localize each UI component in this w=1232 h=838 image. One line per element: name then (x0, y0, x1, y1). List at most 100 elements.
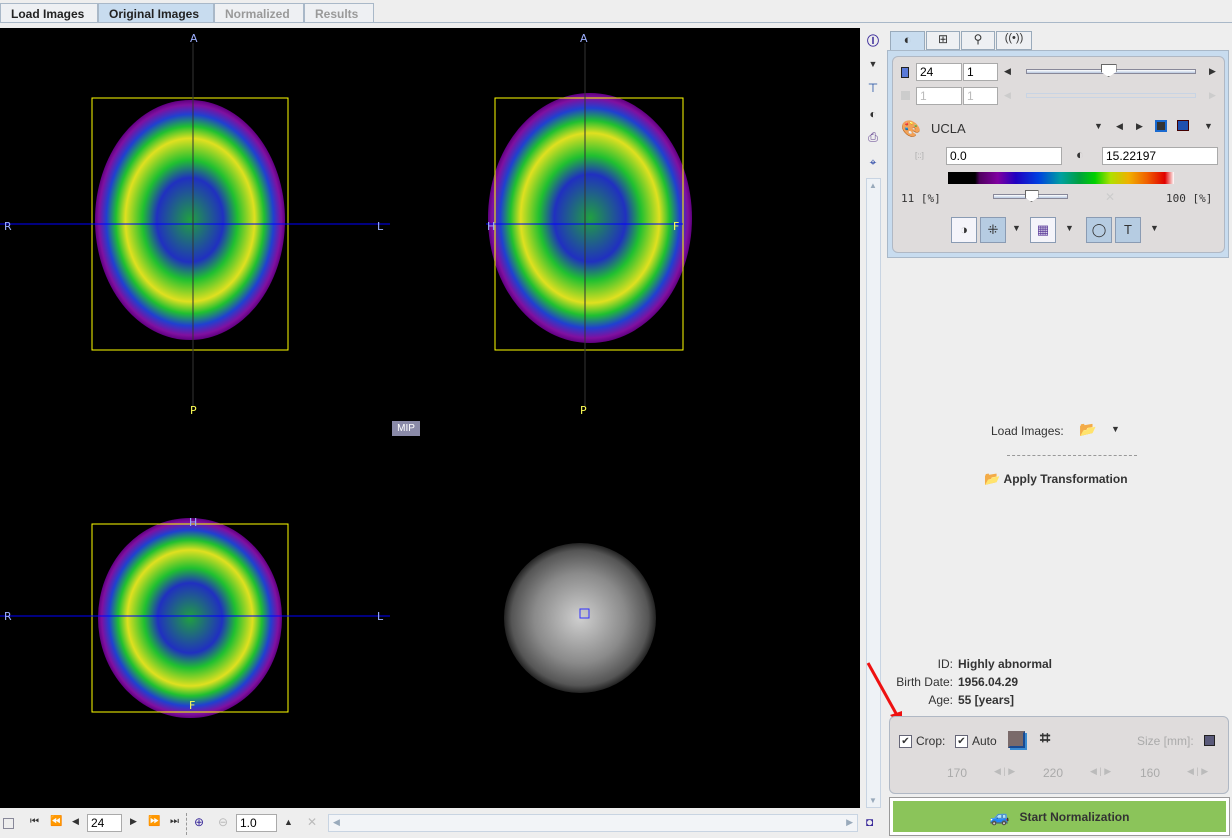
print-icon[interactable]: ⎙ (865, 129, 881, 145)
display-control-panel: ◀ ▶ ◀ ▶ 🎨 UCLA ▼ ◀ ▶ ▼ [::] ◐ 11 [%] ✕ 1… (892, 56, 1225, 253)
mip-button[interactable]: MIP (392, 421, 420, 436)
plane-next-icon[interactable]: ▶ (1209, 66, 1216, 77)
axial-top-label: A (190, 32, 198, 45)
grid-button[interactable]: ▦ (1030, 217, 1056, 243)
load-images-dropdown-icon[interactable]: ▼ (1111, 424, 1120, 434)
size-color-icon[interactable] (1204, 735, 1215, 746)
zoom-input[interactable] (236, 814, 277, 832)
palette-icon[interactable]: 🎨 (901, 119, 921, 139)
colormap-dropdown-icon[interactable]: ▼ (1094, 121, 1103, 131)
info-icon[interactable]: Ⓘ (865, 33, 881, 49)
network-icon[interactable]: ⊤ (865, 80, 881, 96)
contour-button[interactable]: ◯ (1086, 217, 1112, 243)
interpolation-button[interactable]: ⁜ (980, 217, 1006, 243)
ctrl-tab-signal[interactable]: ((•)) (996, 31, 1032, 50)
frame-input[interactable] (963, 63, 998, 81)
upper-threshold-unit: [%] (1192, 192, 1213, 205)
ctrl-tab-layout[interactable]: ⊞ (926, 31, 960, 50)
birth-date-value: 1956.04.29 (958, 675, 1019, 689)
text-overlay-dropdown-icon[interactable]: ▼ (1150, 223, 1159, 233)
contrast-icon[interactable]: ◐ (865, 106, 881, 122)
select-all-checkbox[interactable] (3, 818, 14, 829)
dropdown-icon[interactable]: ▼ (865, 56, 881, 72)
zoom-in-icon[interactable]: ⊕ (194, 815, 204, 829)
sagittal-left-label: H (487, 220, 496, 233)
first-slice-icon[interactable]: ⏮ (30, 816, 39, 827)
crop-checkbox[interactable]: ✔ (899, 735, 912, 748)
coronal-bottom-label: F (189, 699, 196, 712)
plane-slider-thumb[interactable] (1100, 64, 1117, 77)
auto-checkbox[interactable]: ✔ (955, 735, 968, 748)
scroll-left-icon[interactable]: ◀ (333, 817, 340, 828)
scroll-up-icon[interactable]: ▲ (869, 181, 877, 190)
plane-input[interactable] (916, 63, 962, 81)
last-slice-icon[interactable]: ⏭ (170, 816, 179, 827)
text-overlay-button[interactable]: T (1115, 217, 1141, 243)
tab-original-images[interactable]: Original Images (98, 3, 214, 23)
image-canvas[interactable] (0, 28, 860, 808)
colormap-select[interactable]: UCLA (931, 121, 966, 136)
prev-slice-icon[interactable]: ◀ (72, 816, 79, 827)
tab-normalized: Normalized (214, 3, 304, 23)
plane-prev-icon[interactable]: ◀ (1004, 66, 1011, 77)
size-label: Size [mm]: (1137, 734, 1194, 748)
tab-load-images[interactable]: Load Images (0, 3, 98, 23)
age-value: 55 [years] (958, 693, 1015, 707)
camera-icon[interactable]: ◘ (866, 815, 873, 829)
scroll-down-icon[interactable]: ▼ (869, 796, 877, 805)
sagittal-brain-image (488, 93, 692, 343)
horizontal-scrollbar[interactable]: ◀ ▶ (328, 814, 858, 832)
crop-box-icon[interactable] (1008, 731, 1025, 748)
next-slice-icon[interactable]: ▶ (130, 816, 137, 827)
crop-tool-icon[interactable]: ⌗ (1040, 728, 1050, 749)
frame-slider (1026, 93, 1196, 98)
colormap-next-icon[interactable]: ▶ (1136, 121, 1143, 132)
plane-icon (901, 67, 909, 78)
plane2-input (916, 87, 962, 105)
sagittal-bottom-label: P (580, 404, 587, 417)
min-value-input[interactable] (946, 147, 1062, 165)
auto-max-icon[interactable]: ◐ (1076, 147, 1084, 162)
ctrl-tab-fusion[interactable]: ⚲ (961, 31, 995, 50)
threshold-slider-thumb[interactable] (1024, 190, 1039, 202)
zoom-out-icon: ⊖ (218, 815, 229, 829)
frame-prev-icon: ◀ (1004, 90, 1011, 100)
colorbar[interactable] (948, 172, 1174, 184)
grid-dropdown-icon[interactable]: ▼ (1065, 223, 1074, 233)
sagittal-top-label: A (580, 32, 588, 45)
colormap-options-icon[interactable] (1177, 120, 1189, 131)
load-images-label: Load Images: (991, 424, 1064, 438)
fast-back-icon[interactable]: ⏪ (50, 816, 62, 827)
scroll-right-icon[interactable]: ▶ (846, 817, 853, 828)
max-value-input[interactable] (1102, 147, 1218, 165)
image-viewer[interactable]: A P R L A P H F H F R L MIP (0, 28, 860, 808)
plane-slider[interactable] (1026, 64, 1196, 77)
slice-input[interactable] (87, 814, 122, 832)
crop-x-stepper-icon: ◀ | ▶ (994, 766, 1016, 776)
apply-transformation-button[interactable]: 📂 Apply Transformation (984, 471, 1128, 487)
crop-y-stepper-icon: ◀ | ▶ (1090, 766, 1112, 776)
crop-panel: ✔ Crop: ✔ Auto ⌗ Size [mm]: 170 ◀ | ▶ 22… (889, 716, 1229, 794)
load-images-folder-icon[interactable]: 📂 (1079, 421, 1096, 438)
interpolation-dropdown-icon[interactable]: ▼ (1012, 223, 1021, 233)
axial-brain-image (95, 100, 285, 340)
tab-results: Results (304, 3, 374, 23)
frame-icon (901, 91, 910, 100)
coronal-brain-image (98, 518, 282, 718)
start-normalization-button[interactable]: 🚙 Start Normalization (889, 797, 1230, 836)
colormap-options-dropdown-icon[interactable]: ▼ (1204, 121, 1213, 131)
car-icon: 🚙 (989, 808, 1010, 826)
ctrl-tab-contrast[interactable]: ◐ (890, 31, 925, 52)
frame2-input (963, 87, 998, 105)
colormap-prev-icon[interactable]: ◀ (1116, 121, 1123, 132)
fast-forward-icon[interactable]: ⏩ (148, 816, 160, 827)
separator (1007, 455, 1137, 456)
crop-size-x: 170 (947, 766, 968, 780)
reset-threshold-icon: ✕ (1105, 190, 1116, 204)
crosshair-icon[interactable]: ⌖ (865, 154, 881, 170)
zoom-up-icon[interactable]: ▲ (284, 817, 293, 827)
threshold-slider[interactable] (993, 190, 1068, 202)
crop-z-stepper-icon: ◀ | ▶ (1187, 766, 1209, 776)
invert-colormap-icon[interactable] (1155, 120, 1167, 132)
overlay-mode-button[interactable]: ◑ (951, 217, 977, 243)
